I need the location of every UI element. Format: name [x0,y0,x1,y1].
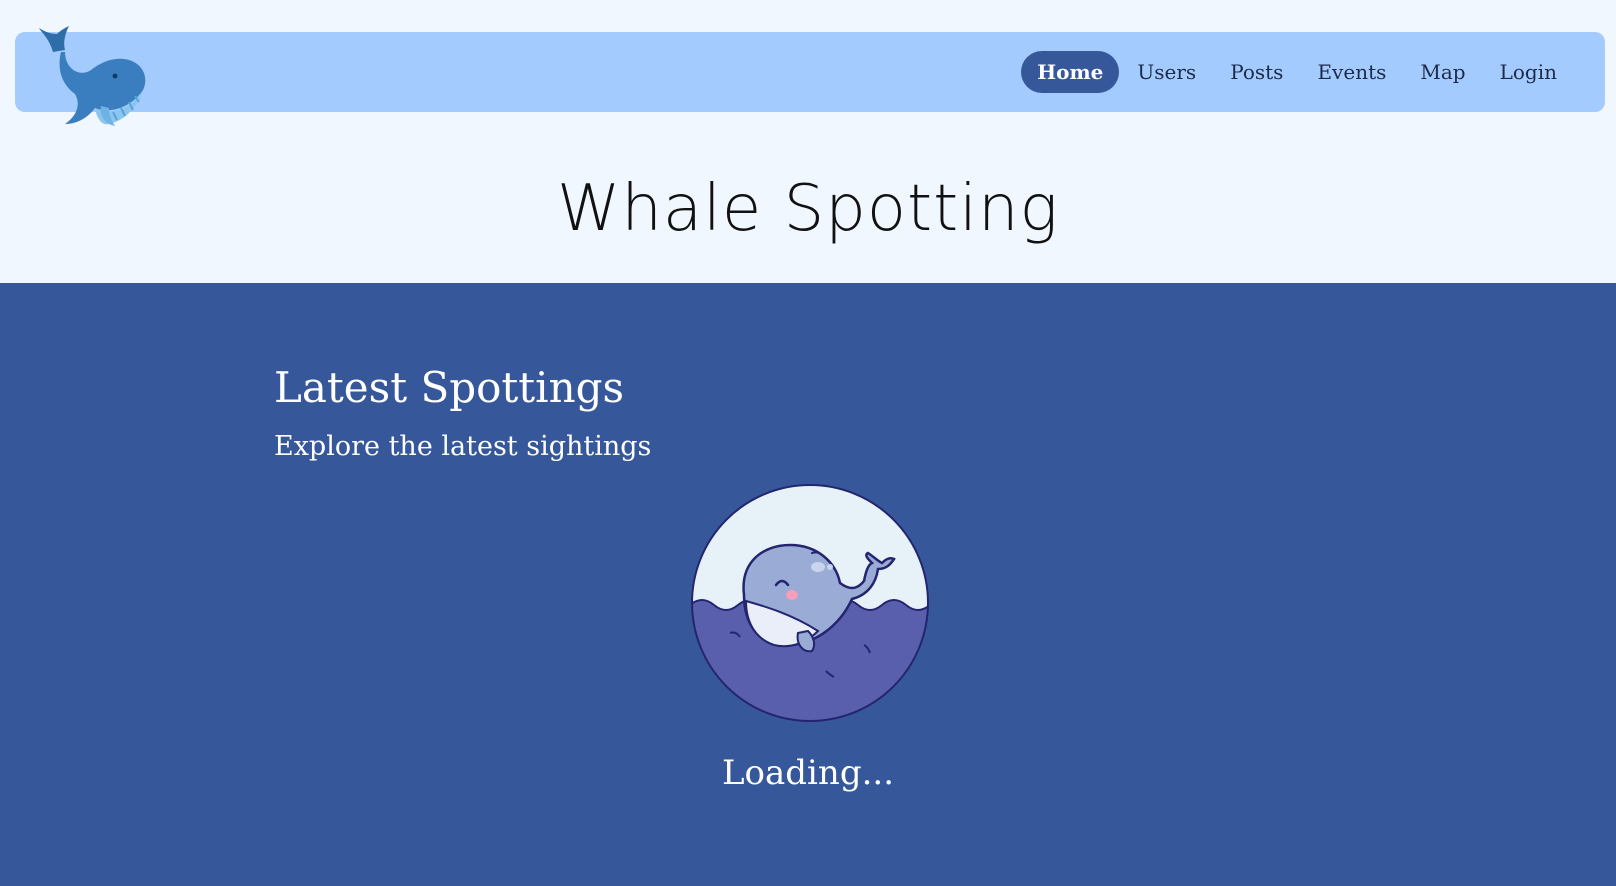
nav-login-link[interactable]: Login [1484,51,1573,93]
section-title: Latest Spottings [274,363,625,412]
page: Home Users Posts Events Map Login Whale … [0,0,1616,886]
nav-links: Home Users Posts Events Map Login [1021,51,1573,93]
nav-users-link[interactable]: Users [1121,51,1212,93]
navbar: Home Users Posts Events Map Login [15,26,1605,126]
main-section: Latest Spottings Explore the latest sigh… [0,283,1616,886]
nav-events-link[interactable]: Events [1301,51,1402,93]
site-title: Whale Spotting [557,172,1059,246]
cartoon-whale-icon [691,484,929,722]
hero: Whale Spotting [0,112,1616,283]
loading-text: Loading... [721,753,895,793]
nav-posts-link[interactable]: Posts [1214,51,1299,93]
nav-home-link[interactable]: Home [1021,51,1120,93]
nav-map-link[interactable]: Map [1404,51,1481,93]
section-subtitle: Explore the latest sightings [274,431,652,462]
